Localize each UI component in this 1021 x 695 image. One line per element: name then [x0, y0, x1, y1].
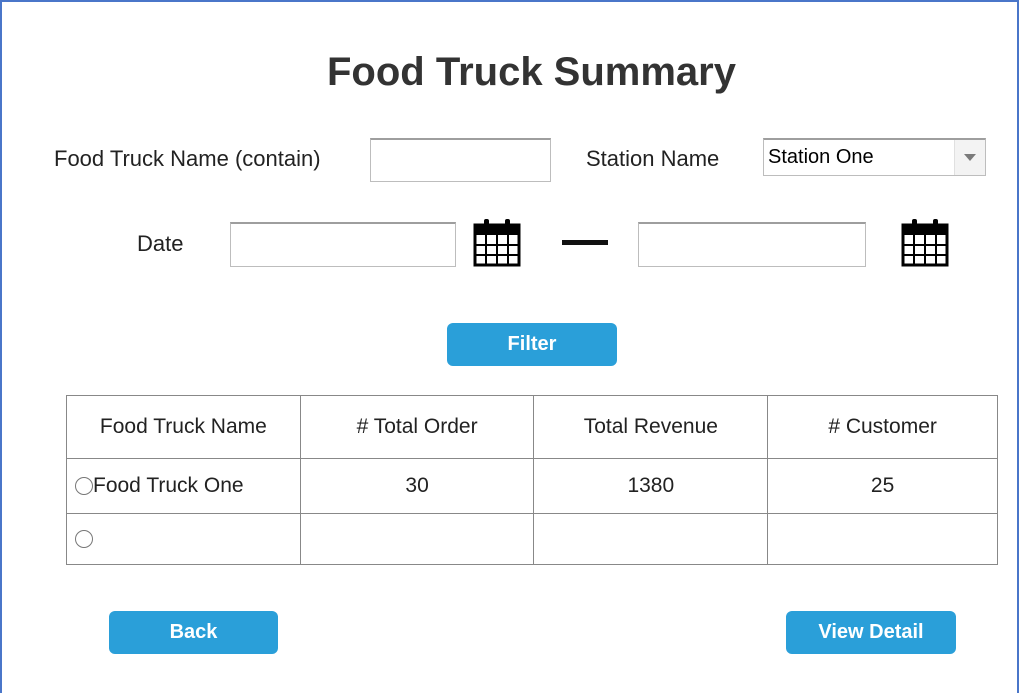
total-order-cell: [299, 513, 535, 565]
column-header: Food Truck Name: [66, 395, 301, 459]
date-to-input[interactable]: [638, 222, 866, 267]
station-name-label: Station Name: [586, 146, 720, 171]
truck-name-input[interactable]: [370, 138, 551, 182]
table-cell: Food Truck One: [66, 458, 301, 514]
date-range-separator: [562, 240, 608, 245]
total-revenue-cell: [533, 513, 769, 565]
table-row[interactable]: [66, 513, 998, 565]
page-title: Food Truck Summary: [327, 50, 736, 94]
calendar-icon[interactable]: [900, 216, 950, 268]
customer-cell: 25: [767, 458, 998, 514]
customer-cell: [767, 513, 998, 565]
truck-name-label: Food Truck Name (contain): [54, 146, 321, 171]
column-header: # Customer: [767, 395, 998, 459]
table-row[interactable]: Food Truck One 30 1380 25: [66, 458, 998, 514]
station-select[interactable]: Station One: [763, 138, 986, 176]
station-select-toggle[interactable]: [954, 140, 985, 175]
date-from-input[interactable]: [230, 222, 456, 267]
results-table: Food Truck Name # Total Order Total Reve…: [66, 395, 998, 565]
chevron-down-icon: [964, 154, 976, 161]
view-detail-button[interactable]: View Detail: [786, 611, 956, 654]
calendar-icon[interactable]: [472, 216, 522, 268]
row-select-radio[interactable]: [75, 530, 93, 548]
total-revenue-cell: 1380: [533, 458, 769, 514]
truck-name-cell: Food Truck One: [93, 474, 244, 497]
total-order-cell: 30: [299, 458, 535, 514]
filter-button[interactable]: Filter: [447, 323, 617, 366]
station-select-value: Station One: [768, 146, 874, 168]
date-label: Date: [137, 231, 184, 256]
table-header-row: Food Truck Name # Total Order Total Reve…: [66, 395, 998, 459]
table-cell: [66, 513, 301, 565]
column-header: Total Revenue: [533, 395, 769, 459]
column-header: # Total Order: [299, 395, 535, 459]
back-button[interactable]: Back: [109, 611, 278, 654]
row-select-radio[interactable]: [75, 477, 93, 495]
